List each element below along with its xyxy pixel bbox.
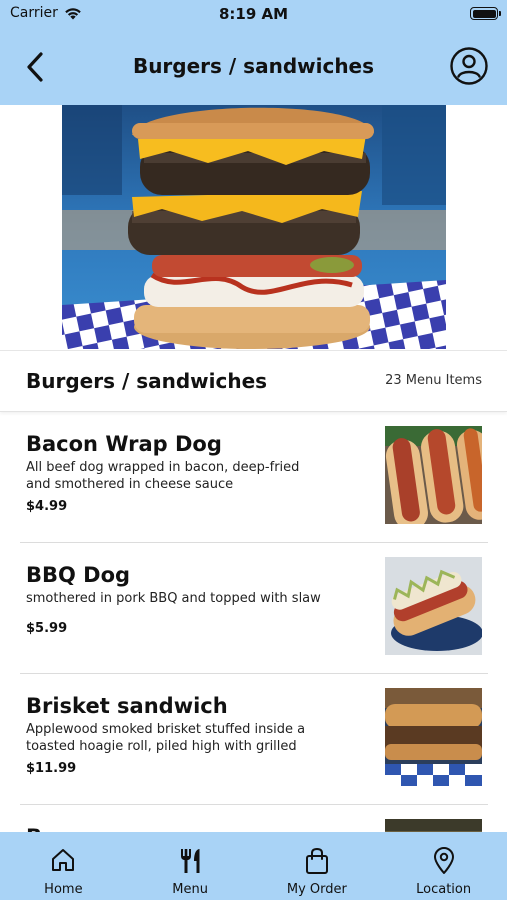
tab-location[interactable]: Location	[380, 832, 507, 900]
profile-button[interactable]	[449, 46, 489, 86]
menu-item-description: All beef dog wrapped in bacon, deep-frie…	[26, 460, 300, 492]
tab-home-label: Home	[44, 882, 83, 897]
menu-item-count: 23 Menu Items	[385, 373, 482, 388]
menu-item-price: $4.99	[26, 499, 68, 514]
nav-bar: Burgers / sandwiches	[0, 40, 507, 95]
menu-item[interactable]: BBQ Dog smothered in pork BBQ and topped…	[20, 543, 488, 674]
shopping-bag-icon	[305, 847, 328, 874]
category-header: Burgers / sandwiches 23 Menu Items	[0, 350, 507, 412]
tab-menu[interactable]: Menu	[127, 832, 254, 900]
page-title: Burgers / sandwiches	[132, 54, 375, 78]
menu-item-image	[385, 688, 482, 786]
tab-my-order-label: My Order	[286, 882, 347, 897]
menu-item-name: B	[26, 825, 42, 832]
tab-bar: Home Menu My Order Location	[0, 832, 507, 900]
burger-photo	[62, 105, 446, 349]
map-pin-icon	[433, 847, 454, 874]
menu-item-image	[385, 426, 482, 524]
category-title: Burgers / sandwiches	[26, 369, 268, 393]
user-circle-icon	[450, 47, 488, 85]
menu-item[interactable]: B	[20, 805, 488, 832]
status-time: 8:19 AM	[218, 5, 289, 23]
battery-icon	[470, 7, 501, 20]
tab-location-label: Location	[416, 882, 472, 897]
menu-item-price: $11.99	[26, 761, 77, 776]
menu-item-image	[385, 557, 482, 655]
menu-item-name: BBQ Dog	[26, 563, 131, 587]
status-bar: Carrier 8:19 AM	[0, 0, 507, 30]
tab-home[interactable]: Home	[0, 832, 127, 900]
menu-item[interactable]: Bacon Wrap Dog All beef dog wrapped in b…	[20, 412, 488, 543]
menu-item-name: Brisket sandwich	[26, 694, 228, 718]
menu-item-description: Applewood smoked brisket stuffed inside …	[26, 722, 306, 754]
category-hero-image	[62, 105, 446, 349]
home-icon	[52, 849, 75, 871]
menu-list[interactable]: Bacon Wrap Dog All beef dog wrapped in b…	[0, 412, 507, 832]
tab-menu-label: Menu	[172, 882, 208, 897]
menu-item-price: $5.99	[26, 621, 68, 636]
menu-item-name: Bacon Wrap Dog	[26, 432, 222, 456]
menu-item-description: smothered in pork BBQ and topped with sl…	[26, 591, 321, 606]
fork-knife-icon	[181, 849, 200, 873]
tab-my-order[interactable]: My Order	[254, 832, 381, 900]
menu-item-image	[385, 819, 482, 832]
header: Carrier 8:19 AM Burgers / sandwiches	[0, 0, 507, 105]
menu-item[interactable]: Brisket sandwich Applewood smoked briske…	[20, 674, 488, 805]
